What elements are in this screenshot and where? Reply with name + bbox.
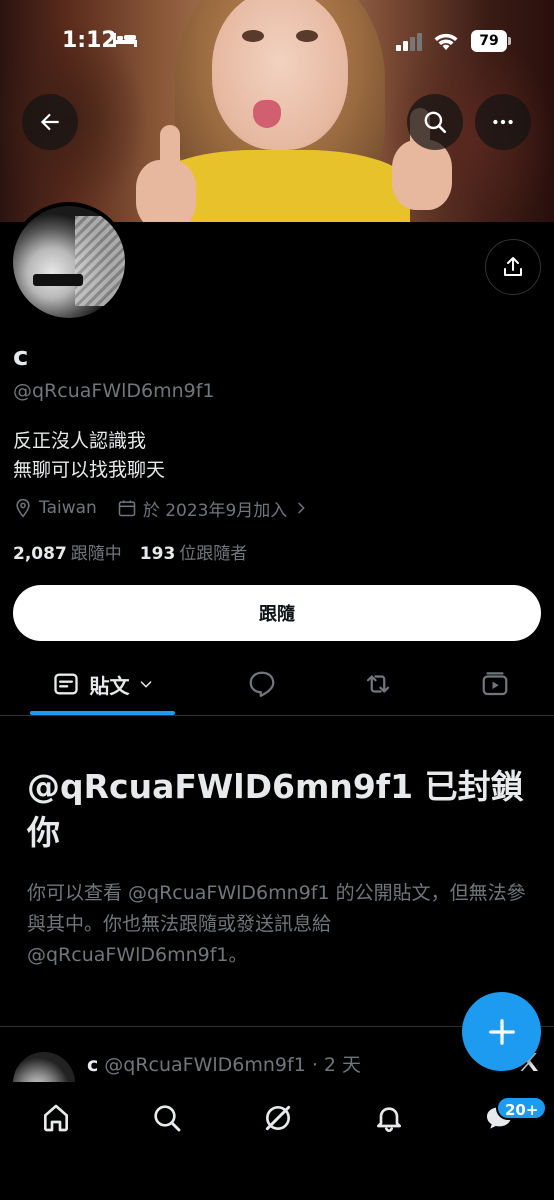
followers-label: 位跟隨者: [179, 544, 248, 564]
banner-face: [212, 0, 348, 150]
reply-bubble-icon: [249, 671, 275, 697]
blocked-message: 你可以查看 @qRcuaFWlD6mn9f1 的公開貼文，但無法參與其中。你也無…: [27, 882, 526, 966]
follow-stats: 2,087 跟隨中 193 位跟隨者: [13, 539, 247, 564]
location-pin-icon: [16, 498, 30, 518]
messages-badge: 20+: [496, 1096, 548, 1120]
battery-indicator: 79: [471, 30, 511, 52]
plus-icon: [488, 1018, 515, 1045]
search-icon: [154, 1105, 181, 1132]
media-video-icon: [482, 672, 508, 696]
tab-posts[interactable]: 貼文: [30, 664, 175, 704]
followers-count: 193: [139, 544, 176, 564]
share-icon: [504, 257, 522, 276]
compose-post-button[interactable]: [462, 992, 541, 1071]
blocked-title: @qRcuaFWlD6mn9f1 已封鎖你: [27, 767, 524, 852]
arrow-left-icon: [40, 113, 59, 131]
bell-icon: [377, 1107, 401, 1133]
following-label: 跟隨中: [70, 544, 122, 564]
more-options-button[interactable]: [475, 94, 531, 150]
banner-finger-left: [160, 125, 180, 175]
chevron-right-icon[interactable]: [293, 500, 309, 516]
profile-location: Taiwan: [39, 498, 97, 518]
followers-link[interactable]: 193 位跟隨者: [140, 539, 248, 564]
home-indicator: [185, 1180, 369, 1186]
banner-eye: [296, 30, 318, 42]
nav-notifications[interactable]: [369, 1100, 409, 1136]
tab-media[interactable]: [475, 664, 515, 704]
display-name: c: [13, 342, 29, 372]
search-icon: [424, 111, 447, 134]
profile-meta: Taiwan 於 2023年9月加入: [13, 496, 309, 521]
banner-eye: [242, 30, 264, 42]
following-link[interactable]: 2,087 跟隨中: [13, 539, 122, 564]
tab-replies[interactable]: [242, 664, 282, 704]
cellular-signal-icon: [396, 33, 422, 51]
share-profile-button[interactable]: [485, 239, 541, 295]
back-button[interactable]: [22, 94, 78, 150]
post-handle-time: @qRcuaFWlD6mn9f1 · 2 天: [104, 1054, 362, 1076]
avatar-image: [13, 206, 125, 318]
profile-avatar[interactable]: [9, 202, 129, 322]
nav-search[interactable]: [147, 1100, 187, 1136]
nav-home[interactable]: [36, 1100, 76, 1136]
post-header: c @qRcuaFWlD6mn9f1 · 2 天: [87, 1050, 361, 1077]
more-horizontal-icon: [493, 119, 513, 125]
search-button[interactable]: [407, 94, 463, 150]
repost-icon: [366, 675, 390, 693]
status-time: 1:12: [62, 28, 117, 53]
banner-tongue: [253, 100, 281, 128]
tabs-divider: [0, 715, 554, 716]
tab-posts-label: 貼文: [89, 673, 130, 698]
grok-icon: [265, 1105, 291, 1131]
profile-joined-date[interactable]: 於 2023年9月加入: [143, 496, 287, 521]
calendar-icon: [118, 500, 136, 517]
wifi-icon: [434, 33, 458, 50]
chevron-down-icon: [140, 681, 151, 688]
sleep-focus-icon: [113, 33, 137, 47]
follow-button[interactable]: 跟隨: [13, 585, 541, 641]
profile-bio: 反正沒人認識我 無聊可以找我聊天: [13, 430, 166, 481]
nav-grok[interactable]: [258, 1100, 298, 1136]
posts-filter-icon: [53, 673, 78, 695]
profile-handle: @qRcuaFWlD6mn9f1: [13, 380, 215, 402]
following-count: 2,087: [13, 544, 67, 564]
tab-reposts[interactable]: [358, 664, 398, 704]
post-author-name: c: [87, 1054, 99, 1076]
home-icon: [44, 1104, 68, 1132]
